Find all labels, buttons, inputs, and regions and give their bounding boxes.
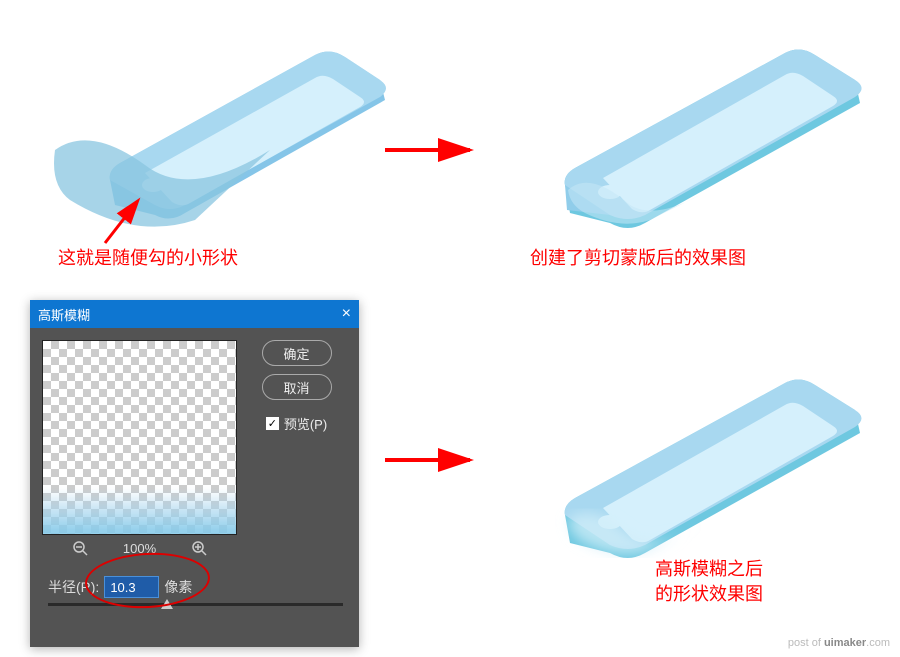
phone-illustration-after-mask: [490, 5, 870, 250]
zoom-level: 100%: [123, 541, 156, 556]
gaussian-blur-dialog: 高斯模糊 × 确定 取消 ✓ 预览(P) 100% 半径(R): 10.3 像素: [30, 300, 359, 647]
caption-after-blur: 高斯模糊之后 的形状效果图: [655, 557, 763, 607]
radius-label: 半径(R):: [48, 577, 99, 597]
radius-input[interactable]: 10.3: [104, 576, 159, 598]
caption-after-mask: 创建了剪切蒙版后的效果图: [530, 246, 746, 271]
preview-label: 预览(P): [284, 414, 327, 433]
zoom-in-icon[interactable]: [191, 540, 207, 556]
caption-line1: 高斯模糊之后: [655, 559, 763, 579]
dialog-titlebar[interactable]: 高斯模糊 ×: [30, 300, 359, 328]
radius-slider[interactable]: [48, 603, 343, 606]
watermark: post of uimaker.com: [788, 637, 890, 649]
radius-slider-thumb[interactable]: [161, 599, 173, 609]
caption-before: 这就是随便勾的小形状: [58, 246, 238, 271]
arrow-right-top: [380, 135, 485, 165]
cancel-button[interactable]: 取消: [262, 374, 332, 400]
ok-button[interactable]: 确定: [262, 340, 332, 366]
preview-checkbox[interactable]: ✓: [266, 417, 279, 430]
phone-illustration-after-blur: [490, 335, 870, 580]
preview-content: [42, 489, 237, 535]
radius-unit: 像素: [164, 577, 192, 597]
preview-canvas[interactable]: [42, 340, 237, 535]
dialog-title: 高斯模糊: [38, 305, 90, 324]
phone-illustration-before: [40, 5, 390, 240]
zoom-out-icon[interactable]: [72, 540, 88, 556]
arrow-right-bottom: [380, 445, 485, 475]
caption-line2: 的形状效果图: [655, 584, 763, 604]
arrow-indicator-small: [95, 195, 145, 250]
close-icon[interactable]: ×: [342, 305, 351, 323]
